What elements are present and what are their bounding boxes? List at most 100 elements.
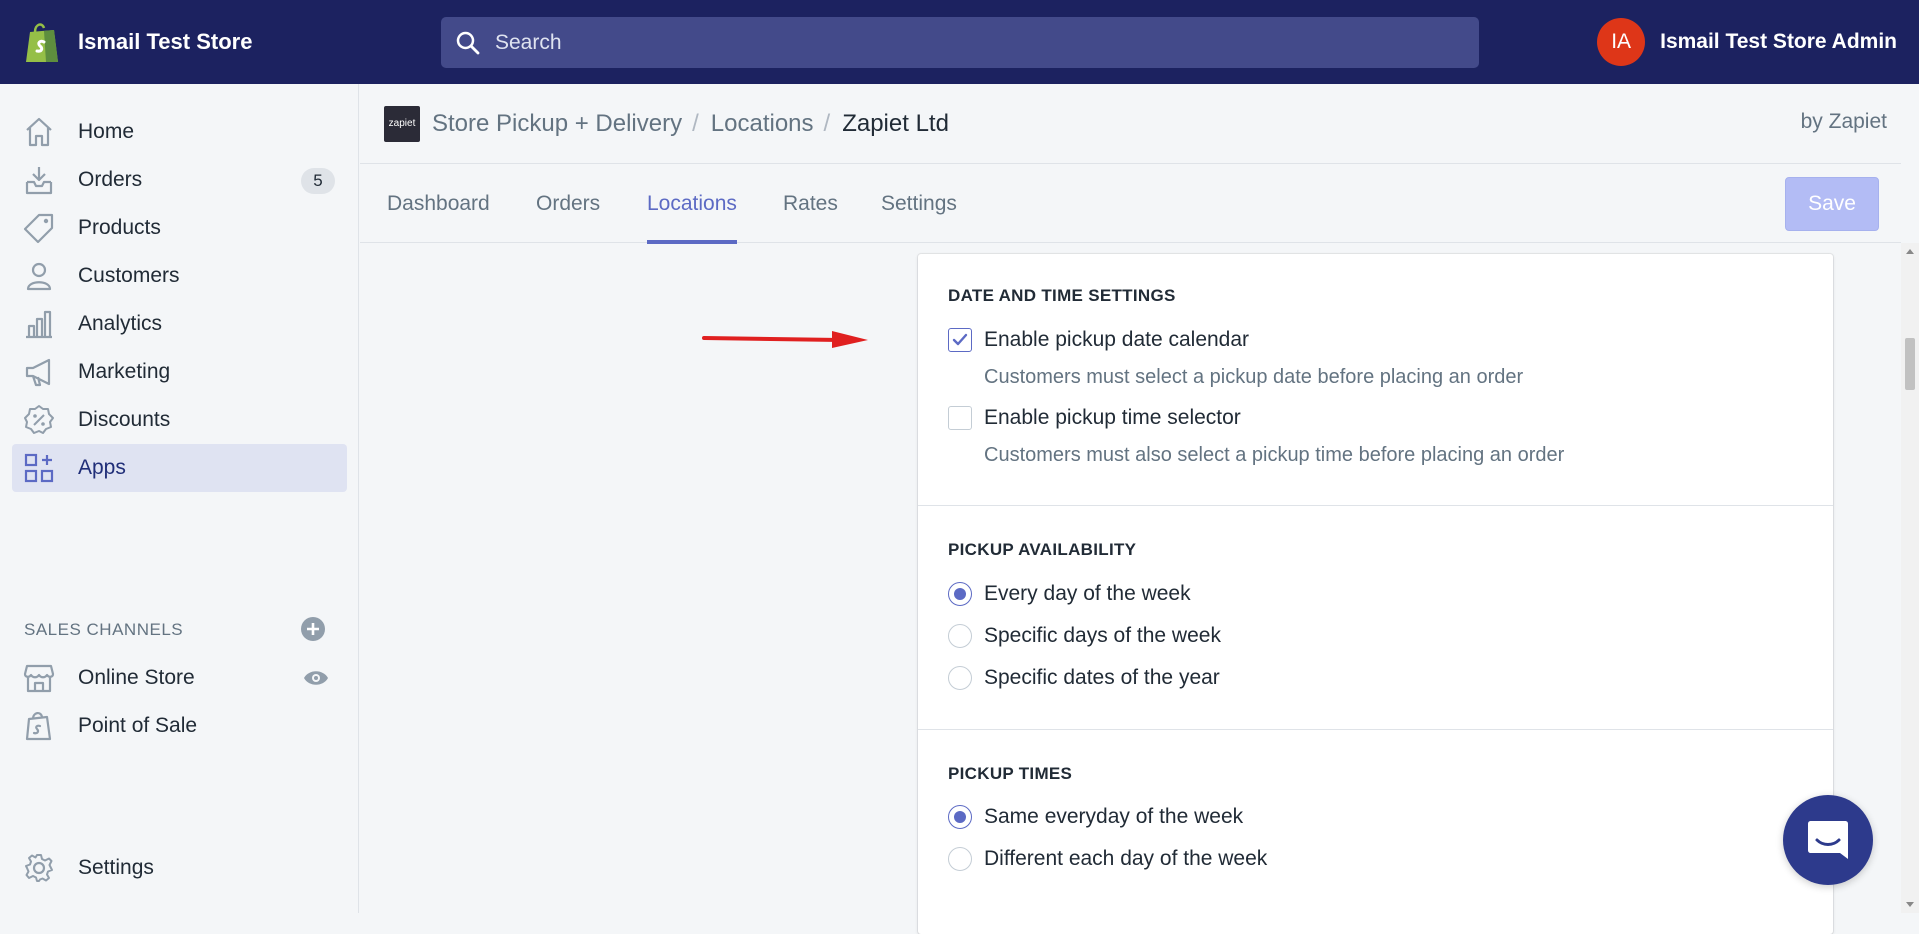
sidebar-item-analytics[interactable]: Analytics [12, 300, 347, 348]
option-label: Every day of the week [984, 582, 1191, 605]
checkmark-icon [952, 333, 968, 346]
pickup-availability-section: PICKUP AVAILABILITY Every day of the wee… [918, 506, 1833, 730]
same-everyday-radio[interactable]: Same everyday of the week [948, 805, 1243, 829]
sidebar-item-label: Orders [78, 168, 143, 191]
sidebar-item-apps[interactable]: Apps [12, 444, 347, 492]
sidebar-item-point-of-sale[interactable]: Point of Sale [12, 702, 347, 750]
scroll-thumb[interactable] [1905, 338, 1915, 390]
account-menu[interactable]: IA Ismail Test Store Admin [1597, 18, 1897, 66]
bar-chart-icon [22, 307, 56, 341]
chat-icon [1808, 821, 1848, 859]
option-label: Specific days of the week [984, 624, 1221, 647]
sidebar-item-customers[interactable]: Customers [12, 252, 347, 300]
radio-button[interactable] [948, 847, 972, 871]
app-logo: zapiet [384, 105, 420, 142]
sidebar-item-label: Apps [78, 456, 126, 479]
option-label: Enable pickup time selector [984, 406, 1241, 429]
scroll-down-arrow-icon[interactable] [1906, 902, 1914, 907]
option-label: Different each day of the week [984, 847, 1268, 870]
sidebar-item-label: Discounts [78, 408, 171, 431]
tab-rates[interactable]: Rates [783, 165, 838, 243]
date-time-section: DATE AND TIME SETTINGS Enable pickup dat… [918, 254, 1833, 506]
chat-launcher-button[interactable] [1783, 795, 1873, 885]
every-day-radio[interactable]: Every day of the week [948, 582, 1191, 606]
sidebar-item-label: Marketing [78, 360, 171, 383]
section-title: PICKUP TIMES [948, 764, 1073, 783]
store-brand[interactable]: Ismail Test Store [22, 20, 252, 64]
orders-count-badge: 5 [301, 168, 335, 194]
specific-dates-radio[interactable]: Specific dates of the year [948, 666, 1220, 690]
app-header: zapiet Store Pickup + Delivery / Locatio… [360, 84, 1901, 164]
breadcrumb-separator: / [823, 109, 831, 137]
vendor-link[interactable]: by Zapiet [1801, 110, 1887, 134]
tag-icon [22, 211, 56, 245]
tab-orders[interactable]: Orders [536, 165, 600, 243]
sidebar-item-products[interactable]: Products [12, 204, 347, 252]
breadcrumb-locations[interactable]: Locations [711, 110, 814, 138]
megaphone-icon [22, 355, 56, 389]
sidebar-item-marketing[interactable]: Marketing [12, 348, 347, 396]
apps-icon [22, 451, 56, 485]
radio-button[interactable] [948, 666, 972, 690]
sidebar-item-label: Point of Sale [78, 714, 198, 737]
checkbox[interactable] [948, 328, 972, 352]
option-label: Same everyday of the week [984, 805, 1244, 828]
pos-bag-icon [22, 709, 56, 743]
eye-icon[interactable] [303, 668, 329, 693]
sidebar-item-orders[interactable]: Orders 5 [12, 156, 347, 204]
home-icon [22, 115, 56, 149]
sidebar-item-label: Products [78, 216, 161, 239]
search-input[interactable]: Search [441, 17, 1479, 68]
help-text: Customers must also select a pickup time… [984, 444, 1565, 466]
tab-settings[interactable]: Settings [881, 165, 957, 243]
location-settings-card: DATE AND TIME SETTINGS Enable pickup dat… [918, 254, 1833, 934]
scroll-up-arrow-icon[interactable] [1906, 249, 1914, 254]
enable-time-selector-checkbox[interactable]: Enable pickup time selector [948, 406, 1241, 430]
gear-icon [22, 851, 56, 885]
annotation-arrow-icon [702, 331, 868, 348]
store-name: Ismail Test Store [78, 29, 253, 54]
sidebar-item-label: Online Store [78, 666, 195, 689]
section-title: PICKUP AVAILABILITY [948, 540, 1137, 559]
option-label: Enable pickup date calendar [984, 328, 1250, 351]
specific-days-radio[interactable]: Specific days of the week [948, 624, 1221, 648]
search-icon [456, 31, 480, 54]
section-title: DATE AND TIME SETTINGS [948, 286, 1176, 305]
sidebar-item-label: Settings [78, 856, 154, 879]
sidebar: Home Orders 5 Products Customers Analyti… [0, 84, 359, 913]
sidebar-item-label: Customers [78, 264, 180, 287]
pickup-times-section: PICKUP TIMES Same everyday of the week D… [918, 730, 1833, 934]
orders-icon [22, 163, 56, 197]
radio-button[interactable] [948, 582, 972, 606]
account-name: Ismail Test Store Admin [1660, 30, 1897, 53]
sales-channels-heading: SALES CHANNELS [24, 620, 184, 639]
sidebar-item-discounts[interactable]: Discounts [12, 396, 347, 444]
top-bar: Ismail Test Store Search IA Ismail Test … [0, 0, 1919, 84]
option-label: Specific dates of the year [984, 666, 1220, 689]
sidebar-item-online-store[interactable]: Online Store [12, 654, 347, 702]
sidebar-item-label: Home [78, 120, 135, 143]
tab-dashboard[interactable]: Dashboard [387, 165, 490, 243]
store-icon [22, 661, 56, 695]
sidebar-item-settings[interactable]: Settings [12, 844, 347, 892]
page-scrollbar[interactable] [1901, 243, 1919, 913]
checkbox[interactable] [948, 406, 972, 430]
breadcrumb-separator: / [692, 109, 699, 137]
app-tabs: Dashboard Orders Locations Rates Setting… [360, 165, 1901, 244]
search-placeholder: Search [495, 30, 562, 54]
save-button[interactable]: Save [1785, 177, 1879, 231]
add-sales-channel-icon[interactable] [300, 616, 326, 647]
avatar: IA [1597, 18, 1646, 66]
breadcrumb-app[interactable]: Store Pickup + Delivery [432, 110, 682, 138]
sidebar-item-home[interactable]: Home [12, 108, 347, 156]
radio-button[interactable] [948, 624, 972, 648]
discount-icon [22, 403, 56, 437]
enable-date-calendar-checkbox[interactable]: Enable pickup date calendar [948, 328, 1249, 352]
person-icon [22, 259, 56, 293]
different-each-day-radio[interactable]: Different each day of the week [948, 847, 1267, 871]
radio-button[interactable] [948, 805, 972, 829]
sidebar-item-label: Analytics [78, 312, 163, 335]
shopify-logo-icon [26, 23, 58, 62]
tab-locations[interactable]: Locations [647, 165, 737, 244]
breadcrumb-current: Zapiet Ltd [842, 109, 949, 137]
